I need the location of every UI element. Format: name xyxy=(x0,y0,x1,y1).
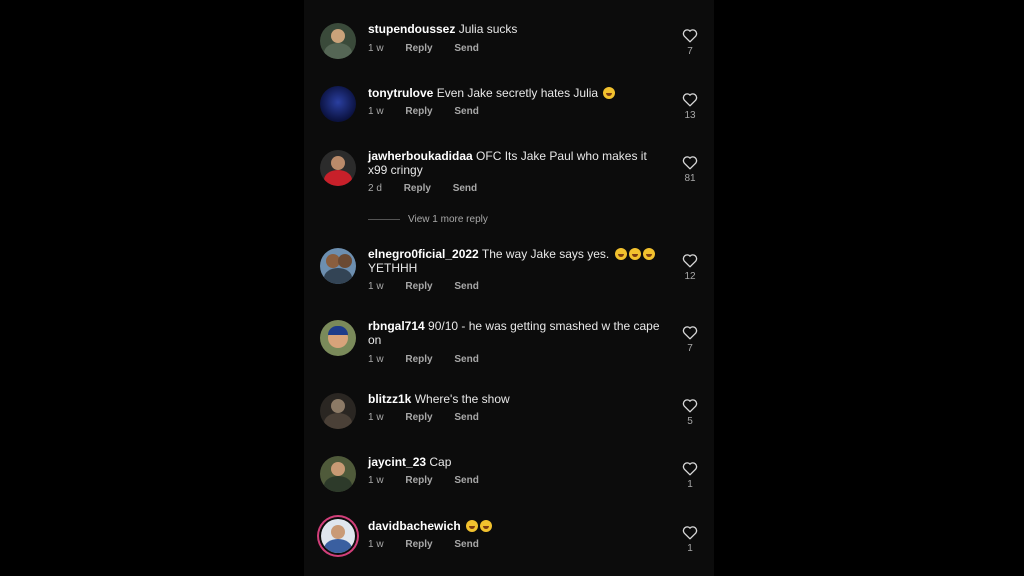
comment-body: tonytrulove Even Jake secretly hates Jul… xyxy=(368,86,668,100)
reply-button[interactable]: Reply xyxy=(405,475,432,486)
divider-line xyxy=(368,218,400,220)
like-count: 1 xyxy=(687,479,693,490)
comment-time: 1 w xyxy=(368,281,384,292)
send-button[interactable]: Send xyxy=(454,539,478,550)
like-count: 81 xyxy=(684,173,696,184)
send-button[interactable]: Send xyxy=(454,475,478,486)
heart-outline-icon xyxy=(682,526,698,540)
comment-username[interactable]: tonytrulove xyxy=(368,86,433,100)
comment-time: 1 w xyxy=(368,43,384,54)
comment-body: elnegro0ficial_2022 The way Jake says ye… xyxy=(368,247,668,275)
laughing-emoji-icon xyxy=(480,520,493,532)
heart-outline-icon xyxy=(682,399,698,413)
like-count: 13 xyxy=(684,110,696,121)
comment-meta: 1 w Reply Send xyxy=(368,475,498,486)
laughing-emoji-icon xyxy=(642,248,655,260)
avatar[interactable] xyxy=(320,150,356,186)
avatar[interactable] xyxy=(320,320,356,356)
comment-meta: 1 w Reply Send xyxy=(368,43,498,54)
like-button[interactable]: 1 xyxy=(678,461,702,490)
send-button[interactable]: Send xyxy=(454,43,478,54)
comment-body: blitzz1k Where's the show xyxy=(368,392,668,406)
comment-username[interactable]: blitzz1k xyxy=(368,392,411,406)
comment-username[interactable]: stupendoussez xyxy=(368,22,455,36)
view-more-replies[interactable]: View 1 more reply xyxy=(368,214,488,225)
comment-time: 2 d xyxy=(368,183,382,194)
comment-text: Cap xyxy=(429,455,452,469)
comment-text: Even Jake secretly hates Julia xyxy=(436,86,599,100)
comment-meta: 2 d Reply Send xyxy=(368,183,496,194)
avatar[interactable] xyxy=(320,248,356,284)
reply-button[interactable]: Reply xyxy=(404,183,431,194)
send-button[interactable]: Send xyxy=(454,354,478,365)
comment-time: 1 w xyxy=(368,475,384,486)
like-button[interactable]: 5 xyxy=(678,398,702,427)
laughing-emoji-icon xyxy=(466,520,479,532)
heart-outline-icon xyxy=(682,254,698,268)
reply-button[interactable]: Reply xyxy=(405,354,432,365)
like-button[interactable]: 1 xyxy=(678,525,702,554)
avatar[interactable] xyxy=(320,456,356,492)
comment-meta: 1 w Reply Send xyxy=(368,412,498,423)
comment-username[interactable]: jawherboukadidaa xyxy=(368,149,473,163)
send-button[interactable]: Send xyxy=(454,281,478,292)
comment-text: Where's the show xyxy=(414,392,510,406)
heart-outline-icon xyxy=(682,93,698,107)
reply-button[interactable]: Reply xyxy=(405,281,432,292)
heart-outline-icon xyxy=(682,462,698,476)
like-count: 1 xyxy=(687,543,693,554)
avatar[interactable] xyxy=(320,393,356,429)
heart-outline-icon xyxy=(682,29,698,43)
like-count: 7 xyxy=(687,343,693,354)
comment-meta: 1 w Reply Send xyxy=(368,354,498,365)
laughing-emoji-icon xyxy=(628,248,641,260)
heart-outline-icon xyxy=(682,156,698,170)
comment-username[interactable]: jaycint_23 xyxy=(368,455,426,469)
comment-time: 1 w xyxy=(368,106,384,117)
avatar[interactable] xyxy=(321,519,355,553)
comment-username[interactable]: rbngal714 xyxy=(368,319,425,333)
comments-panel: stupendoussez Julia sucks 1 w Reply Send… xyxy=(304,0,714,576)
comment-meta: 1 w Reply Send xyxy=(368,281,498,292)
comment-username[interactable]: elnegro0ficial_2022 xyxy=(368,247,479,261)
laughing-emoji-icon xyxy=(614,248,627,260)
like-button[interactable]: 12 xyxy=(678,253,702,282)
comment-time: 1 w xyxy=(368,412,384,423)
comment-time: 1 w xyxy=(368,354,384,365)
comment-time: 1 w xyxy=(368,539,384,550)
avatar[interactable] xyxy=(320,23,356,59)
comment-text-line2: YETHHH xyxy=(368,261,418,275)
view-more-label: View 1 more reply xyxy=(408,214,488,225)
comment-body: davidbachewich xyxy=(368,519,668,533)
avatar[interactable] xyxy=(320,86,356,122)
like-count: 7 xyxy=(687,46,693,57)
reply-button[interactable]: Reply xyxy=(405,106,432,117)
comment-body: jaycint_23 Cap xyxy=(368,455,668,469)
like-count: 5 xyxy=(687,416,693,427)
comment-meta: 1 w Reply Send xyxy=(368,539,498,550)
comment-text: The way Jake says yes. xyxy=(481,247,610,261)
reply-button[interactable]: Reply xyxy=(405,539,432,550)
send-button[interactable]: Send xyxy=(454,412,478,423)
like-count: 12 xyxy=(684,271,696,282)
comment-body: stupendoussez Julia sucks xyxy=(368,22,668,36)
comment-username[interactable]: davidbachewich xyxy=(368,519,461,533)
comment-body: rbngal714 90/10 - he was getting smashed… xyxy=(368,319,668,347)
like-button[interactable]: 7 xyxy=(678,28,702,57)
comment-body: jawherboukadidaa OFC Its Jake Paul who m… xyxy=(368,149,668,177)
like-button[interactable]: 81 xyxy=(678,155,702,184)
heart-outline-icon xyxy=(682,326,698,340)
like-button[interactable]: 7 xyxy=(678,325,702,354)
laughing-emoji-icon xyxy=(603,87,616,99)
comment-meta: 1 w Reply Send xyxy=(368,106,498,117)
reply-button[interactable]: Reply xyxy=(405,43,432,54)
comment-text: Julia sucks xyxy=(458,22,518,36)
send-button[interactable]: Send xyxy=(454,106,478,117)
reply-button[interactable]: Reply xyxy=(405,412,432,423)
send-button[interactable]: Send xyxy=(453,183,477,194)
like-button[interactable]: 13 xyxy=(678,92,702,121)
